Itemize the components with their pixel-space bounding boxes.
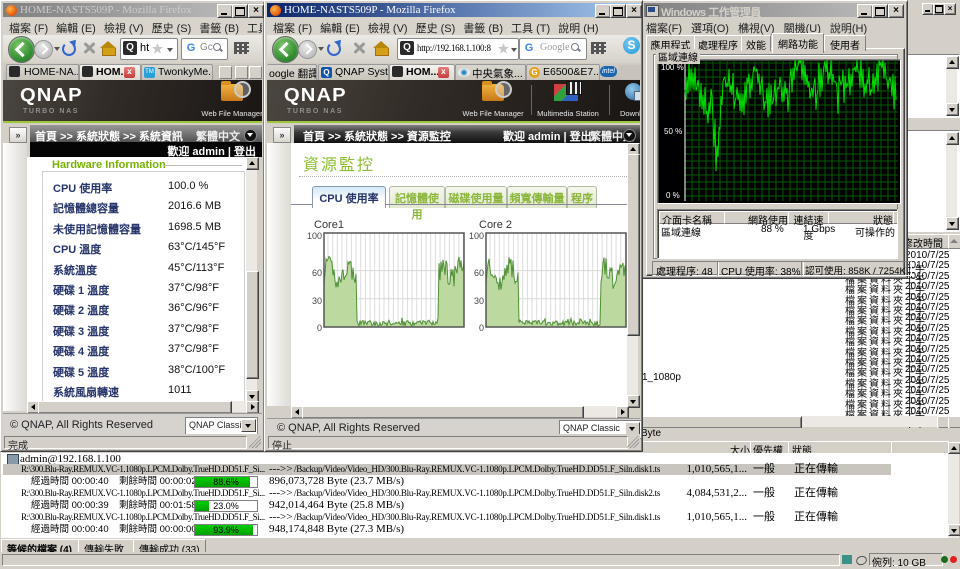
svg-text:0: 0 [479,323,484,333]
svg-text:60: 60 [312,268,322,278]
svg-text:30: 30 [474,296,484,306]
svg-text:0: 0 [317,323,322,333]
svg-text:100 %: 100 % [661,63,684,72]
svg-text:60: 60 [474,268,484,278]
svg-text:30: 30 [312,296,322,306]
svg-text:100: 100 [307,232,322,241]
svg-text:100: 100 [469,232,484,241]
svg-text:50 %: 50 % [664,127,682,136]
svg-text:0 %: 0 % [666,191,680,200]
